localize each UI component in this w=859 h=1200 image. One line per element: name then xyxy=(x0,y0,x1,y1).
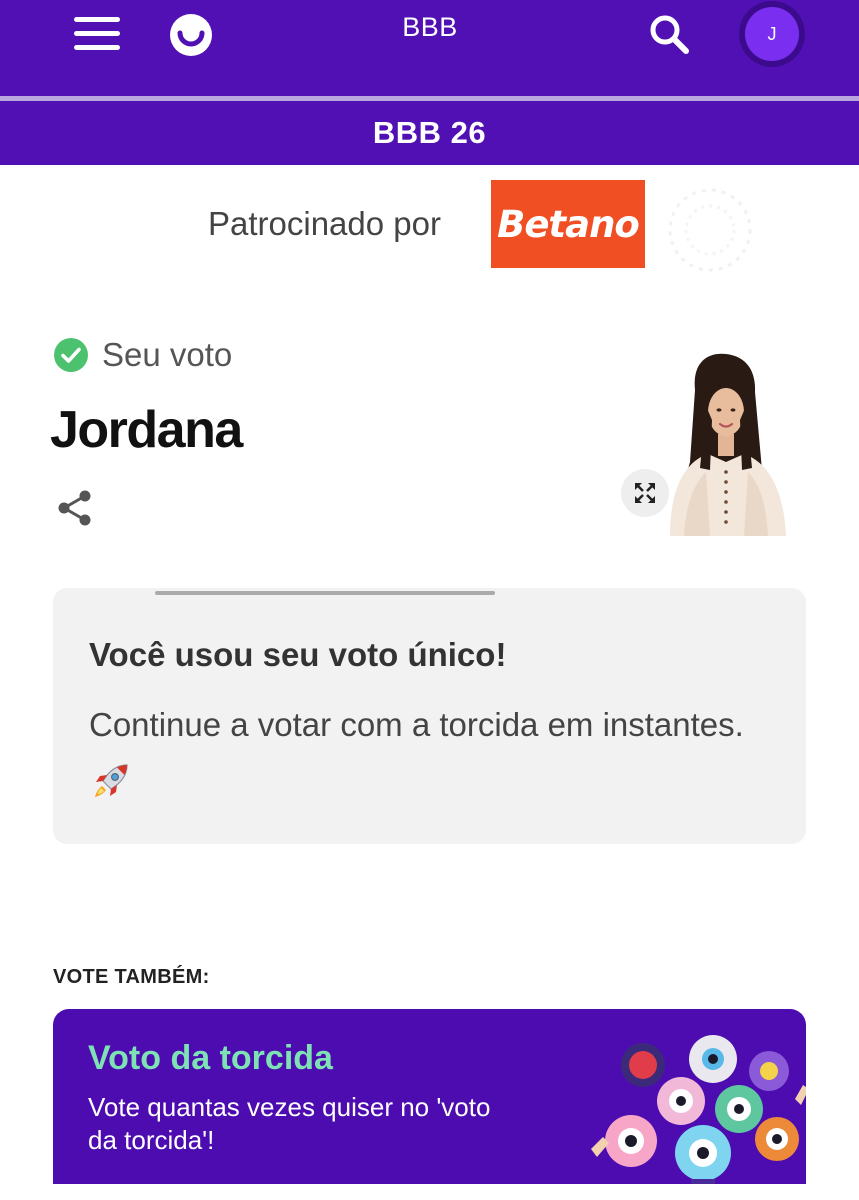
hamburger-menu-icon[interactable] xyxy=(74,17,120,51)
card-body: Continue a votar com a torcida em instan… xyxy=(89,694,769,816)
sponsor-logo-text: Betano xyxy=(497,202,640,246)
sponsor-logo[interactable]: Betano xyxy=(491,180,645,268)
avatar-initial: J xyxy=(745,7,799,61)
candidate-name: Jordana xyxy=(50,401,243,459)
share-icon[interactable] xyxy=(54,487,96,529)
voto-da-torcida-card[interactable]: Voto da torcida Vote quantas vezes quise… xyxy=(53,1009,806,1184)
check-circle-icon xyxy=(54,338,88,372)
vote-status-label: Seu voto xyxy=(102,336,233,373)
expand-icon xyxy=(635,483,655,503)
app-title: BBB xyxy=(402,12,458,42)
sponsor-label: Patrocinado por xyxy=(208,205,441,242)
promo-title: Voto da torcida xyxy=(88,1039,333,1077)
candidate-photo xyxy=(640,350,810,536)
sponsor-decoration xyxy=(668,188,752,272)
mascots-illustration xyxy=(591,1035,806,1184)
card-title: Você usou seu voto único! xyxy=(89,636,507,673)
rocket-icon xyxy=(95,764,128,797)
card-progress-bar xyxy=(155,591,495,595)
user-avatar[interactable]: J xyxy=(739,1,805,67)
vote-also-heading: VOTE TAMBÉM: xyxy=(53,966,210,988)
search-icon[interactable] xyxy=(646,11,692,57)
expand-photo-button[interactable] xyxy=(621,469,669,517)
promo-description: Vote quantas vezes quiser no 'voto da to… xyxy=(88,1092,491,1155)
card-body-text: Continue a votar com a torcida em instan… xyxy=(89,706,744,743)
smile-logo-icon[interactable] xyxy=(169,13,213,57)
section-title: BBB 26 xyxy=(372,115,487,150)
top-app-bar: BBB J xyxy=(0,0,859,96)
section-header: BBB 26 xyxy=(0,101,859,165)
